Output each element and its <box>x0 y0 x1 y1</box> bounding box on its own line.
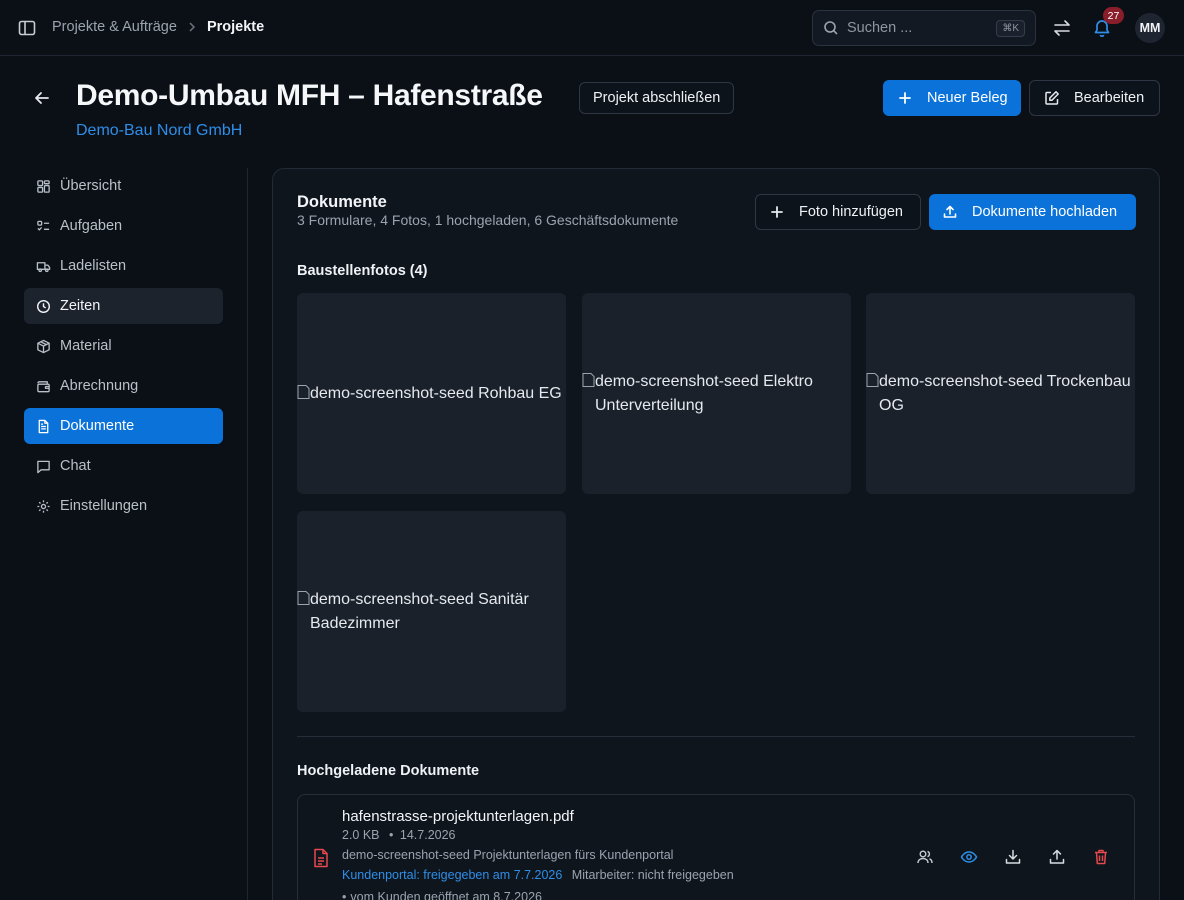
document-share-status: Kundenportal: freigegeben am 7.7.2026 Mi… <box>342 868 734 882</box>
nav-item-loading-lists[interactable]: Ladelisten <box>24 248 223 284</box>
nav-label: Chat <box>60 458 91 474</box>
plus-icon <box>771 206 783 218</box>
wallet-icon <box>37 380 50 392</box>
top-bar: Projekte & Aufträge Projekte Suchen ... … <box>0 0 1184 56</box>
document-actions <box>915 847 1111 867</box>
document-opened-status: • vom Kunden geöffnet am 8.7.2026 <box>342 890 542 900</box>
nav-item-material[interactable]: Material <box>24 328 223 364</box>
breadcrumb: Projekte & Aufträge Projekte <box>52 19 264 35</box>
portal-status[interactable]: Kundenportal: freigegeben am 7.7.2026 <box>342 868 562 882</box>
photo-alt-text: demo-screenshot-seed Elektro Untervertei… <box>582 370 851 418</box>
upload-documents-button[interactable]: Dokumente hochladen <box>929 194 1136 230</box>
customer-link[interactable]: Demo-Bau Nord GmbH <box>76 122 242 140</box>
nav-label: Übersicht <box>60 178 122 194</box>
photo-tile[interactable]: demo-screenshot-seed Sanitär Badezimmer <box>297 511 566 712</box>
avatar[interactable]: MM <box>1135 13 1165 43</box>
breadcrumb-current: Projekte <box>206 19 265 35</box>
meta-separator: • <box>389 828 394 842</box>
upload-label: Dokumente hochladen <box>972 204 1118 220</box>
nav-divider <box>247 168 248 900</box>
trash-icon[interactable] <box>1091 847 1111 867</box>
nav-label: Zeiten <box>60 298 101 314</box>
search-placeholder: Suchen ... <box>847 20 913 36</box>
photo-tile[interactable]: demo-screenshot-seed Trockenbau OG <box>866 293 1135 494</box>
photo-tile[interactable]: demo-screenshot-seed Rohbau EG <box>297 293 566 494</box>
nav-item-tasks[interactable]: Aufgaben <box>24 208 223 244</box>
photo-tile[interactable]: demo-screenshot-seed Elektro Untervertei… <box>582 293 851 494</box>
broken-image-icon <box>582 372 595 387</box>
uploaded-section-title: Hochgeladene Dokumente <box>297 763 480 779</box>
pdf-file-icon <box>314 848 328 868</box>
broken-image-icon <box>297 590 310 605</box>
dashboard-icon <box>37 179 50 193</box>
nav-item-settings[interactable]: Einstellungen <box>24 488 223 524</box>
document-size: 2.0 KB <box>342 828 380 842</box>
page-title: Demo-Umbau MFH – Hafenstraße <box>76 79 543 112</box>
photo-alt-text: demo-screenshot-seed Trockenbau OG <box>866 370 1135 418</box>
nav-label: Aufgaben <box>60 218 123 234</box>
gear-icon <box>37 499 50 513</box>
truck-icon <box>36 261 51 272</box>
document-name[interactable]: hafenstrasse-projektunterlagen.pdf <box>342 808 574 825</box>
nav-item-documents[interactable]: Dokumente <box>24 408 223 444</box>
search-shortcut: ⌘K <box>996 19 1025 37</box>
plus-icon <box>899 92 911 104</box>
breadcrumb-projects-orders[interactable]: Projekte & Aufträge <box>52 19 177 35</box>
uploaded-document-card[interactable]: hafenstrasse-projektunterlagen.pdf 2.0 K… <box>297 794 1135 900</box>
close-project-label: Projekt abschließen <box>593 90 721 106</box>
document-description: demo-screenshot-seed Projektunterlagen f… <box>342 848 674 862</box>
documents-summary: 3 Formulare, 4 Fotos, 1 hochgeladen, 6 G… <box>297 212 679 228</box>
nav-item-overview[interactable]: Übersicht <box>24 168 223 204</box>
new-document-label: Neuer Beleg <box>927 90 1008 106</box>
nav-item-chat[interactable]: Chat <box>24 448 223 484</box>
document-meta: 2.0 KB • 14.7.2026 <box>342 828 456 842</box>
download-icon[interactable] <box>1003 847 1023 867</box>
close-project-button[interactable]: Projekt abschließen <box>579 82 735 114</box>
edit-icon <box>1045 91 1059 105</box>
nav-label: Einstellungen <box>60 498 148 514</box>
photo-alt-text: demo-screenshot-seed Sanitär Badezimmer <box>297 588 566 636</box>
nav-label: Ladelisten <box>60 258 127 274</box>
panel-title: Dokumente <box>297 193 387 211</box>
photo-alt-text: demo-screenshot-seed Rohbau EG <box>297 382 562 406</box>
chevron-right-icon <box>189 22 195 32</box>
document-date: 14.7.2026 <box>399 828 456 842</box>
upload-icon <box>943 205 957 218</box>
project-nav: Übersicht Aufgaben Ladelisten Zeiten Mat… <box>24 168 223 528</box>
staff-status: Mitarbeiter: nicht freigegeben <box>571 868 734 882</box>
section-divider <box>297 736 1135 737</box>
add-photo-button[interactable]: Foto hinzufügen <box>755 194 921 230</box>
broken-image-icon <box>297 384 310 399</box>
photos-section-title: Baustellenfotos (4) <box>297 263 428 279</box>
documents-panel: Dokumente 3 Formulare, 4 Fotos, 1 hochge… <box>272 168 1160 900</box>
package-icon <box>37 339 50 353</box>
search-input[interactable]: Suchen ... ⌘K <box>812 10 1036 46</box>
edit-label: Bearbeiten <box>1074 90 1145 106</box>
clock-icon <box>36 299 51 313</box>
nav-item-times[interactable]: Zeiten <box>24 288 223 324</box>
nav-label: Material <box>60 338 112 354</box>
back-arrow-icon[interactable] <box>31 87 53 109</box>
nav-label: Abrechnung <box>60 378 139 394</box>
chat-icon <box>37 460 50 473</box>
sidebar-toggle-icon[interactable] <box>17 18 37 38</box>
nav-label: Dokumente <box>60 418 135 434</box>
broken-image-icon <box>866 372 879 387</box>
document-icon <box>38 419 49 433</box>
users-icon[interactable] <box>915 847 935 867</box>
nav-item-billing[interactable]: Abrechnung <box>24 368 223 404</box>
task-list-icon <box>37 220 50 231</box>
notification-badge: 27 <box>1103 7 1124 24</box>
search-icon <box>824 21 838 35</box>
new-document-button[interactable]: Neuer Beleg <box>883 80 1021 116</box>
edit-button[interactable]: Bearbeiten <box>1029 80 1160 116</box>
eye-icon[interactable] <box>959 847 979 867</box>
opened-bullet: • <box>342 890 347 900</box>
share-upload-icon[interactable] <box>1047 847 1067 867</box>
add-photo-label: Foto hinzufügen <box>799 204 903 220</box>
switch-arrows-icon[interactable] <box>1048 14 1076 42</box>
